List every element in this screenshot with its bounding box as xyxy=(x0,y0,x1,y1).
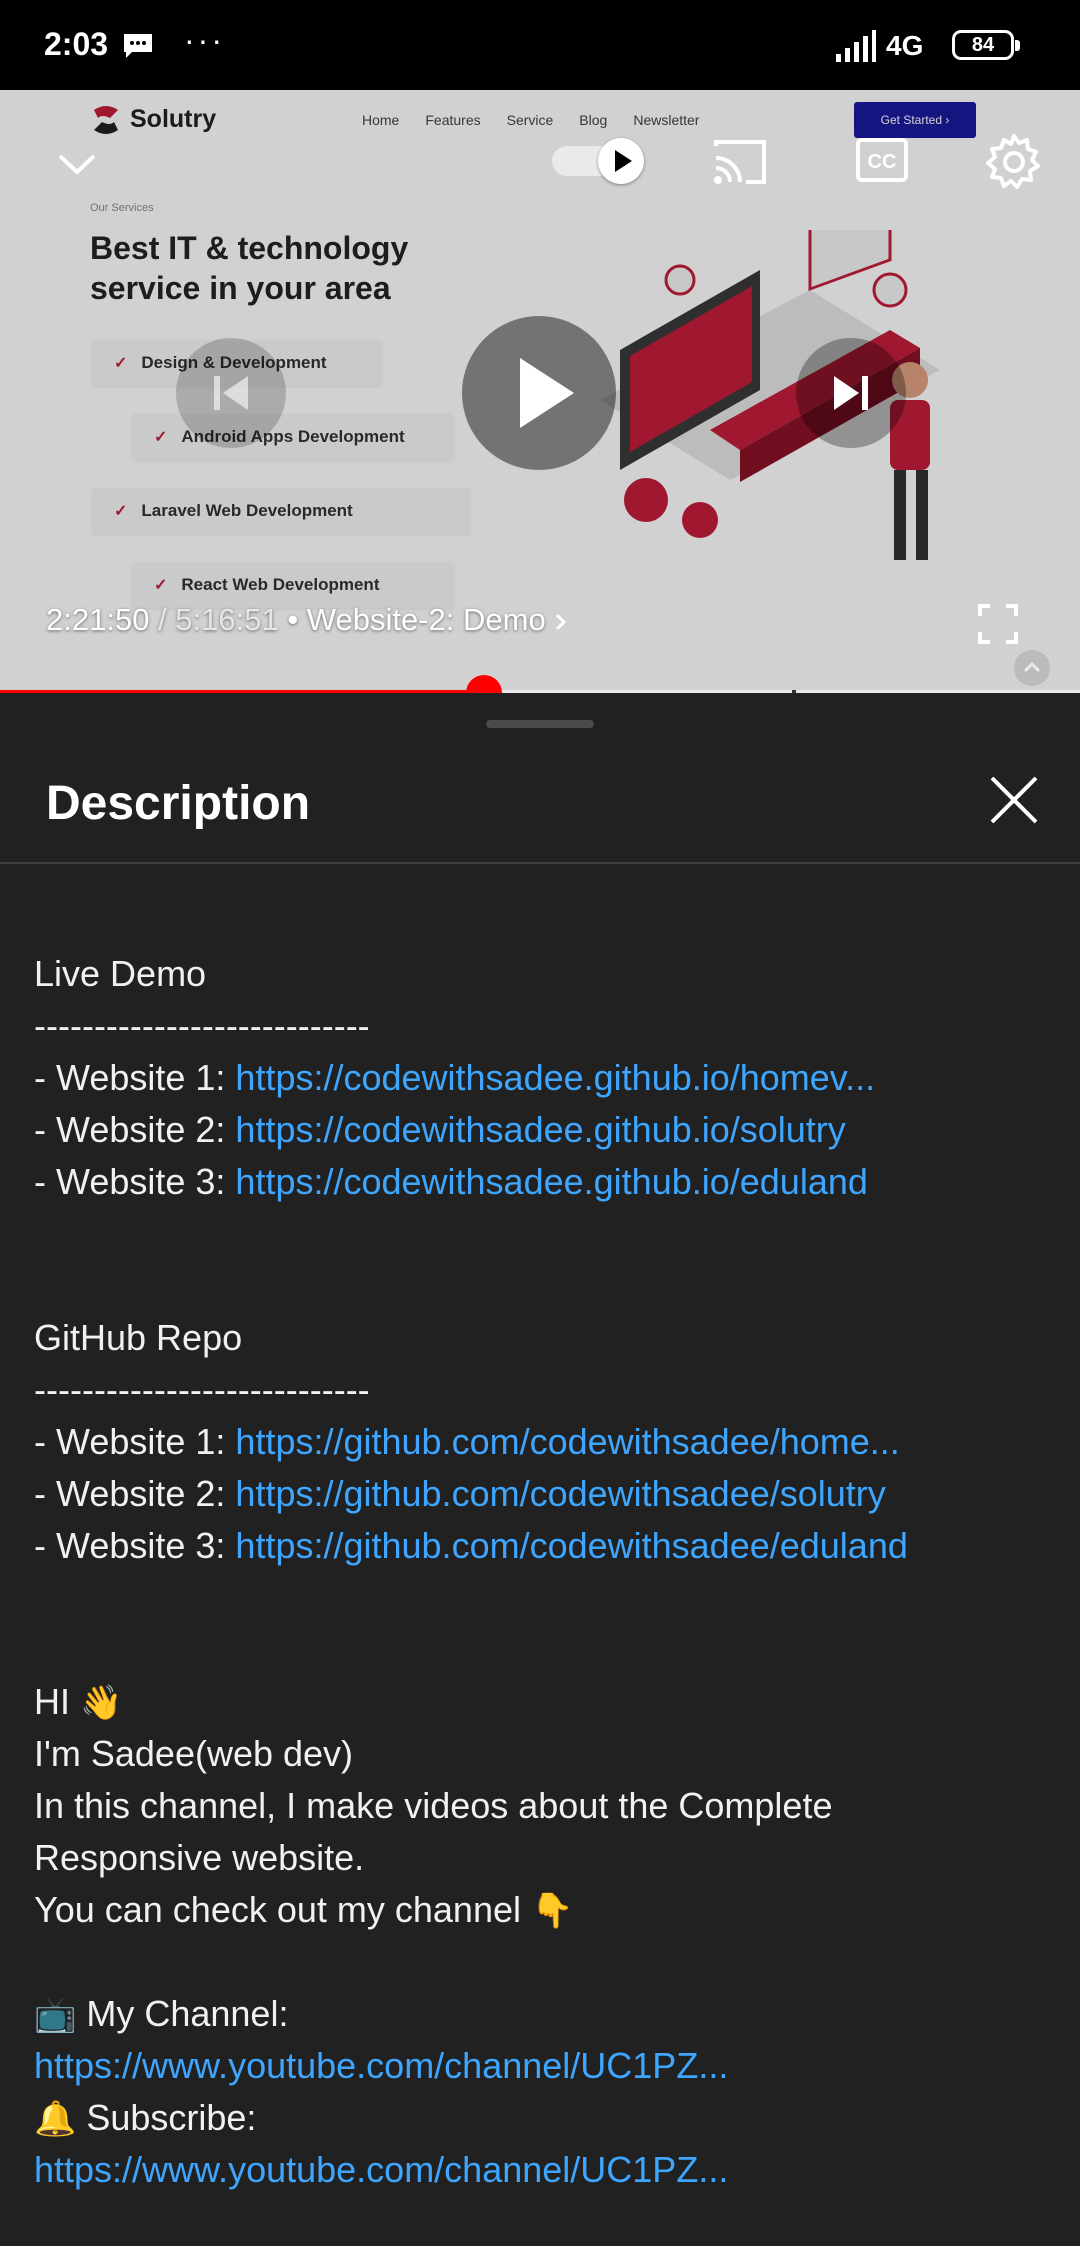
description-panel: Description Live Demo ------------------… xyxy=(0,698,1080,2246)
description-link[interactable]: https://codewithsadee.github.io/eduland xyxy=(235,1161,867,1202)
about-line: Responsive website. xyxy=(34,1837,365,1878)
skip-previous-icon xyxy=(214,376,248,410)
video-duration: 5:16:51 xyxy=(175,602,279,637)
minimize-chevron-down-icon[interactable] xyxy=(52,140,102,190)
panel-title: Description xyxy=(46,777,311,830)
link-row: - Website 3: https://github.com/codewith… xyxy=(34,1520,1054,1572)
description-link[interactable]: https://github.com/codewithsadee/solutry xyxy=(235,1473,885,1514)
channel-link[interactable]: https://www.youtube.com/channel/UC1PZ... xyxy=(34,2045,728,2086)
link-row: - Website 2: https://codewithsadee.githu… xyxy=(34,1104,1054,1156)
subscribe-label: Subscribe: xyxy=(76,2097,257,2138)
drag-handle[interactable] xyxy=(486,720,594,728)
subscribe-line: 🔔 Subscribe: xyxy=(34,2092,1054,2144)
subscribe-link[interactable]: https://www.youtube.com/channel/UC1PZ... xyxy=(34,2149,728,2190)
play-icon xyxy=(520,358,574,428)
play-button[interactable] xyxy=(462,316,616,470)
check-out-text: You can check out my channel xyxy=(34,1889,531,1930)
link-row: - Website 2: https://github.com/codewith… xyxy=(34,1468,1054,1520)
battery-icon: 84 xyxy=(952,30,1020,60)
close-icon[interactable] xyxy=(982,768,1046,832)
greeting-line: HI 👋 xyxy=(34,1676,1054,1728)
scroll-up-button[interactable] xyxy=(1014,650,1050,686)
television-icon: 📺 xyxy=(34,1996,77,2034)
autoplay-knob xyxy=(598,138,644,184)
section-heading: Live Demo xyxy=(34,953,207,994)
description-text: Live Demo ---------------------------- -… xyxy=(34,948,1054,2196)
network-type: 4G xyxy=(886,30,924,61)
pointing-down-icon: 👇 xyxy=(531,1892,574,1930)
time-separator: / xyxy=(149,602,176,637)
progress-played xyxy=(0,690,484,693)
current-time: 2:21:50 xyxy=(46,602,150,637)
waving-hand-icon: 👋 xyxy=(80,1684,123,1722)
chevron-right-icon[interactable] xyxy=(552,613,570,631)
link-label: - Website 3: xyxy=(34,1161,236,1202)
chapter-marker xyxy=(792,690,796,693)
fullscreen-icon[interactable] xyxy=(976,602,1020,646)
autoplay-toggle[interactable] xyxy=(552,138,648,184)
chapter-title[interactable]: • Website-2: Demo xyxy=(279,602,545,637)
link-row: - Website 1: https://codewithsadee.githu… xyxy=(34,1052,1054,1104)
previous-video-button[interactable] xyxy=(176,338,286,448)
link-row: https://www.youtube.com/channel/UC1PZ... xyxy=(34,2040,1054,2092)
about-line: In this channel, I make videos about the… xyxy=(34,1785,833,1826)
more-notifications-icon: ··· xyxy=(184,22,225,58)
description-link[interactable]: https://github.com/codewithsadee/eduland xyxy=(235,1525,907,1566)
link-row: - Website 1: https://github.com/codewith… xyxy=(34,1416,1054,1468)
link-label: - Website 3: xyxy=(34,1525,236,1566)
closed-captions-icon[interactable]: CC xyxy=(854,134,910,186)
progress-bar[interactable] xyxy=(0,675,1080,693)
divider-text: ---------------------------- xyxy=(34,1369,370,1410)
section-heading: GitHub Repo xyxy=(34,1317,243,1358)
check-out-line: You can check out my channel 👇 xyxy=(34,1884,1054,1936)
description-link[interactable]: https://github.com/codewithsadee/home... xyxy=(235,1421,899,1462)
message-icon xyxy=(124,34,152,58)
cast-icon[interactable] xyxy=(710,136,770,188)
description-link[interactable]: https://codewithsadee.github.io/homev... xyxy=(235,1057,875,1098)
status-bar: 2:03 ··· 4G 84 xyxy=(0,0,1080,90)
bell-icon: 🔔 xyxy=(34,2100,77,2138)
battery-level: 84 xyxy=(971,34,995,56)
signal-icon xyxy=(836,30,876,62)
video-player[interactable]: Solutry Home Features Service Blog Newsl… xyxy=(0,90,1080,693)
channel-label: My Channel: xyxy=(76,1993,289,2034)
link-label: - Website 2: xyxy=(34,1473,236,1514)
description-link[interactable]: https://codewithsadee.github.io/solutry xyxy=(235,1109,845,1150)
link-label: - Website 2: xyxy=(34,1109,236,1150)
skip-next-icon xyxy=(834,376,868,410)
link-label: - Website 1: xyxy=(34,1057,236,1098)
panel-header: Description xyxy=(0,738,1080,864)
divider-text: ---------------------------- xyxy=(34,1005,370,1046)
intro-line: I'm Sadee(web dev) xyxy=(34,1733,354,1774)
chevron-up-icon xyxy=(1023,661,1041,673)
greeting-text: HI xyxy=(34,1681,81,1722)
play-icon xyxy=(615,150,632,172)
link-row: https://www.youtube.com/channel/UC1PZ... xyxy=(34,2144,1054,2196)
svg-text:CC: CC xyxy=(868,151,897,173)
link-row: - Website 3: https://codewithsadee.githu… xyxy=(34,1156,1054,1208)
next-video-button[interactable] xyxy=(796,338,906,448)
status-time: 2:03 xyxy=(44,26,109,62)
time-display: 2:21:50 / 5:16:51 • Website-2: Demo xyxy=(46,602,570,638)
settings-gear-icon[interactable] xyxy=(984,132,1044,192)
link-label: - Website 1: xyxy=(34,1421,236,1462)
channel-line: 📺 My Channel: xyxy=(34,1988,1054,2040)
